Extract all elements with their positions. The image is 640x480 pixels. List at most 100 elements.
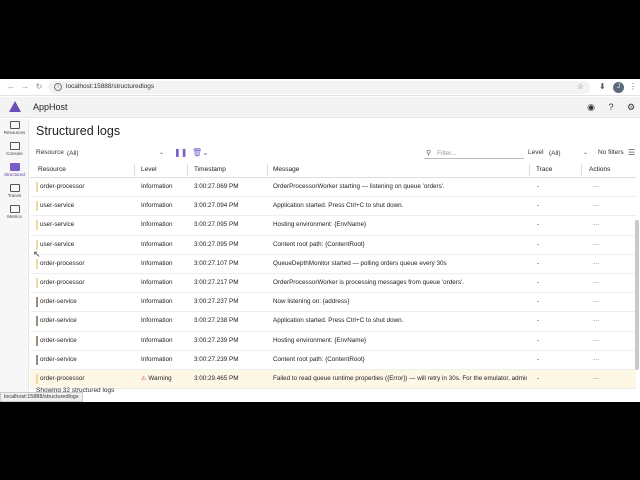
column-header-message[interactable]: Message (273, 166, 299, 173)
cell-resource: order-service (40, 356, 132, 363)
cell-trace: - (537, 183, 577, 190)
cell-level-text: Information (141, 259, 173, 267)
chevron-down-icon: ⌄ (582, 150, 588, 156)
cell-message-text: QueueDepthMonitor started — polling orde… (273, 259, 447, 267)
github-icon[interactable]: ◉ (585, 101, 597, 113)
cell-actions[interactable]: ··· (593, 241, 613, 248)
traces-icon (9, 184, 20, 192)
cell-actions[interactable]: ··· (593, 202, 613, 209)
pause-icon[interactable]: ❚❚ (174, 148, 187, 157)
back-icon[interactable]: ← (6, 82, 16, 92)
column-divider[interactable] (581, 164, 582, 176)
nav-item-structured[interactable]: Structured (0, 162, 29, 182)
table-row[interactable]: order-service Information 3:00:27.239 PM Co… (30, 351, 636, 370)
bookmark-star-icon[interactable]: ☆ (577, 82, 584, 91)
nav-item-metrics[interactable]: Metrics (0, 204, 29, 224)
scrollbar[interactable] (635, 220, 639, 370)
no-filters-label[interactable]: No filters (598, 149, 624, 156)
resource-select-value: (All) (67, 150, 79, 157)
cell-message: Application started. Press Ctrl+C to shu… (273, 317, 527, 324)
filter-settings-icon[interactable]: ☰ (628, 148, 635, 157)
cell-trace: - (537, 375, 577, 382)
forward-icon[interactable]: → (20, 82, 30, 92)
resource-color-bar (36, 335, 38, 346)
column-header-timestamp[interactable]: Timestamp (194, 166, 226, 173)
column-divider[interactable] (134, 164, 135, 176)
cell-timestamp: 3:00:27.217 PM (194, 279, 266, 286)
nav-label: Metrics (7, 214, 22, 219)
cell-message: OrderProcessorWorker starting — listenin… (273, 183, 527, 190)
cell-timestamp: 3:00:27.069 PM (194, 183, 266, 190)
column-header-actions[interactable]: Actions (589, 166, 610, 173)
column-header-level[interactable]: Level (141, 166, 157, 173)
cell-trace-text: - (537, 183, 540, 190)
table-row[interactable]: order-processor Information 3:00:27.107 PM… (30, 255, 636, 274)
cell-trace-text: - (537, 336, 540, 344)
address-bar[interactable]: i localhost:15888/structuredlogs ☆ (48, 81, 590, 94)
cell-timestamp: 3:00:27.095 PM (194, 241, 266, 248)
cell-timestamp: 3:00:27.095 PM (194, 221, 266, 228)
resource-select[interactable]: (All) ⌄ (64, 148, 166, 159)
table-row[interactable]: order-service Information 3:00:27.237 PM No… (30, 293, 636, 313)
table-row[interactable]: order-processor Information 3:00:27.217 PM… (30, 274, 636, 294)
resources-icon (9, 121, 20, 129)
app-logo-icon (9, 101, 21, 112)
cell-actions[interactable]: ··· (593, 260, 613, 267)
cell-actions[interactable]: ··· (593, 279, 613, 286)
cell-trace: - (537, 221, 577, 228)
cell-resource: user-service (40, 241, 132, 248)
search-icon: ⚲ (426, 150, 432, 157)
table-row[interactable]: user-service Information 3:00:27.094 PM App… (30, 197, 636, 217)
column-divider[interactable] (529, 164, 530, 176)
table-row[interactable]: user-service Information 3:00:27.095 PM Con… (30, 236, 636, 255)
table-row[interactable]: order-service Information 3:00:27.238 PM Ap… (30, 312, 636, 332)
nav-item-traces[interactable]: Traces (0, 183, 29, 203)
column-divider[interactable] (267, 164, 268, 176)
cell-timestamp-text: 3:00:27.095 PM (194, 221, 239, 229)
download-icon[interactable]: ⬇ (599, 82, 606, 91)
nav-label: Resources (3, 130, 26, 135)
nav-label: Console (6, 151, 23, 156)
address-url[interactable]: localhost:15888/structuredlogs (66, 83, 154, 90)
cell-level: Information (141, 356, 186, 363)
cell-actions-text: ··· (593, 298, 600, 306)
cell-actions[interactable]: ··· (593, 183, 613, 190)
cell-actions[interactable]: ··· (593, 356, 613, 363)
cell-resource: order-service (40, 337, 132, 344)
site-info-icon[interactable]: i (54, 83, 62, 91)
cell-actions[interactable]: ··· (593, 298, 613, 305)
table-row[interactable]: order-service Information 3:00:27.239 PM Ho… (30, 332, 636, 351)
cell-level-text: Information (141, 183, 173, 190)
nav-item-console[interactable]: Console (0, 141, 29, 161)
cell-resource-text: order-service (40, 298, 77, 306)
cell-actions[interactable]: ··· (593, 375, 613, 382)
table-row[interactable]: user-service Information 3:00:27.095 PM Hos… (30, 216, 636, 236)
cell-actions[interactable]: ··· (593, 221, 613, 228)
nav-item-resources[interactable]: Resources (0, 120, 29, 140)
filter-input[interactable]: ⚲ Filter... (424, 148, 524, 159)
app-title: AppHost (33, 102, 68, 112)
column-header-trace[interactable]: Trace (536, 166, 552, 173)
level-select[interactable]: (All) ⌄ (546, 148, 590, 159)
settings-gear-icon[interactable]: ⚙ (625, 101, 637, 113)
clear-logs-icon[interactable]: 🗑⌄ (192, 148, 209, 157)
browser-menu-icon[interactable]: ⋮ (629, 82, 637, 91)
reload-icon[interactable]: ↻ (34, 82, 44, 92)
cell-resource-text: order-processor (40, 279, 85, 286)
cell-timestamp: 3:00:27.239 PM (194, 356, 266, 363)
cell-actions-text: ··· (593, 279, 600, 286)
table-row[interactable]: order-processor Information 3:00:27.069 PM… (30, 178, 636, 198)
table-row[interactable]: order-processor ⚠ Warning 3:00:29.465 PM Fai… (30, 370, 636, 390)
cell-trace: - (537, 260, 577, 267)
cell-actions[interactable]: ··· (593, 317, 613, 324)
profile-avatar[interactable]: J (613, 82, 624, 93)
column-divider[interactable] (187, 164, 188, 176)
help-icon[interactable]: ? (605, 101, 617, 113)
cell-actions[interactable]: ··· (593, 337, 613, 344)
cell-trace: - (537, 298, 577, 305)
nav-label: Traces (7, 193, 22, 198)
cell-trace-text: - (537, 298, 540, 306)
cell-actions-text: ··· (593, 183, 600, 190)
column-header-resource[interactable]: Resource (38, 166, 66, 173)
cell-resource: user-service (40, 202, 132, 209)
